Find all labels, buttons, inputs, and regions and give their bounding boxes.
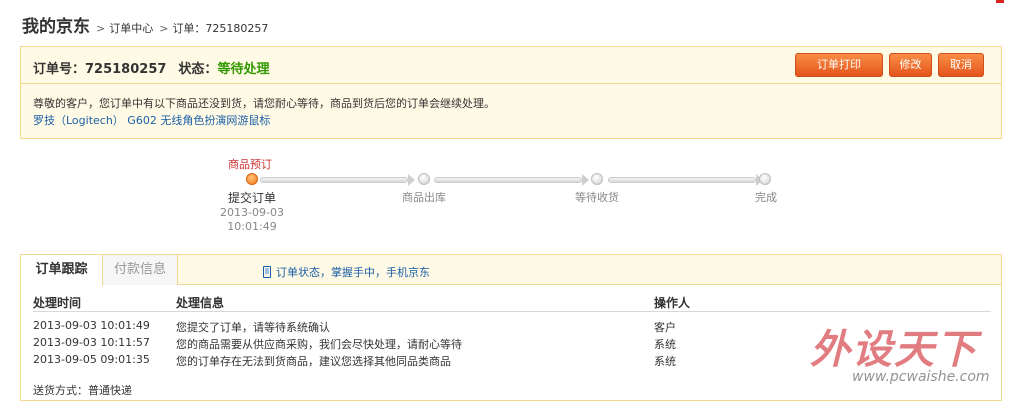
top-accent-line [0, 0, 1024, 4]
column-operator: 操作人 [654, 296, 691, 310]
breadcrumb-separator: > [96, 22, 106, 35]
step-time: 10:01:49 [227, 220, 277, 233]
breadcrumb-order: 订单：725180257 [172, 22, 269, 35]
order-title: 订单号：725180257 状态：等待处理 [33, 58, 269, 77]
mobile-app-link[interactable]: 订单状态，掌握手中，手机京东 [263, 264, 430, 280]
tab-order-tracking[interactable]: 订单跟踪 [21, 255, 103, 286]
order-status-value: 等待处理 [217, 62, 270, 77]
order-progress: 商品预订 提交订单 商品出库 等待收货 完成 2013-09-03 10:01:… [210, 150, 810, 240]
print-order-button[interactable]: 订单打印 [795, 53, 883, 77]
order-header: 订单号：725180257 状态：等待处理 订单打印 修改 取消 [21, 47, 1001, 84]
step-dot-shipped [418, 173, 430, 185]
progress-track [608, 177, 756, 183]
cancel-order-button[interactable]: 取消 [938, 53, 984, 77]
step-label-complete: 完成 [755, 191, 777, 204]
step-date: 2013-09-03 [220, 206, 284, 219]
progress-arrow-icon [408, 174, 415, 186]
shipping-method: 送货方式：普通快递 [33, 384, 132, 397]
row-info: 您提交了订单，请等待系统确认 [176, 321, 330, 334]
product-link[interactable]: 罗技（Logitech） G602 无线角色扮演网游鼠标 [33, 112, 270, 128]
row-time: 2013-09-03 10:01:49 [33, 319, 150, 332]
watermark-logo: 外设天下 [810, 326, 978, 373]
row-time: 2013-09-03 10:11:57 [33, 336, 150, 349]
row-operator: 系统 [654, 338, 676, 351]
order-number: 订单号：725180257 [33, 62, 167, 77]
step-label-shipped: 商品出库 [402, 191, 446, 204]
step-label-awaiting: 等待收货 [575, 191, 619, 204]
breadcrumb-separator: > [159, 22, 169, 35]
tracking-table-header: 处理时间 处理信息 操作人 [33, 292, 991, 312]
row-info: 您的订单存在无法到货商品，建议您选择其他同品类商品 [176, 355, 451, 368]
edit-order-button[interactable]: 修改 [889, 53, 932, 77]
step-dot-complete [759, 173, 771, 185]
tab-payment-info[interactable]: 付款信息 [103, 255, 178, 285]
progress-arrow-icon [582, 174, 589, 186]
phone-icon [263, 266, 271, 278]
row-operator: 系统 [654, 355, 676, 368]
mobile-app-text: 订单状态，掌握手中，手机京东 [276, 266, 430, 279]
top-red-mark [996, 0, 1004, 3]
site-watermark: 外设天下 www.pcwaishe.com [808, 317, 1008, 391]
breadcrumb-order-center[interactable]: 订单中心 [109, 20, 153, 36]
row-operator: 客户 [654, 321, 676, 334]
step-dot-awaiting [591, 173, 603, 185]
tracking-tabbar: 订单跟踪 付款信息 订单状态，掌握手中，手机京东 [21, 255, 1001, 286]
progress-track [260, 177, 408, 183]
step-label-submitted: 提交订单 [227, 191, 277, 205]
order-actions: 订单打印 修改 取消 [795, 53, 984, 77]
breadcrumb: 我的京东 > 订单中心 > 订单：725180257 [22, 12, 268, 38]
order-notice: 尊敬的客户，您订单中有以下商品还没到货，请您耐心等待，商品到货后您的订单会继续处… [33, 97, 495, 110]
watermark-url: www.pcwaishe.com [852, 369, 990, 385]
column-info: 处理信息 [176, 296, 225, 310]
step-dot-submitted [246, 173, 258, 185]
column-time: 处理时间 [33, 296, 82, 310]
row-time: 2013-09-05 09:01:35 [33, 353, 150, 366]
order-status-label: 状态： [178, 62, 218, 77]
breadcrumb-home[interactable]: 我的京东 [22, 12, 90, 37]
order-summary-panel: 订单号：725180257 状态：等待处理 订单打印 修改 取消 尊敬的客户，您订… [20, 46, 1002, 139]
preorder-label: 商品预订 [228, 158, 272, 171]
progress-track [434, 177, 582, 183]
row-info: 您的商品需要从供应商采购，我们会尽快处理，请耐心等待 [176, 338, 462, 351]
